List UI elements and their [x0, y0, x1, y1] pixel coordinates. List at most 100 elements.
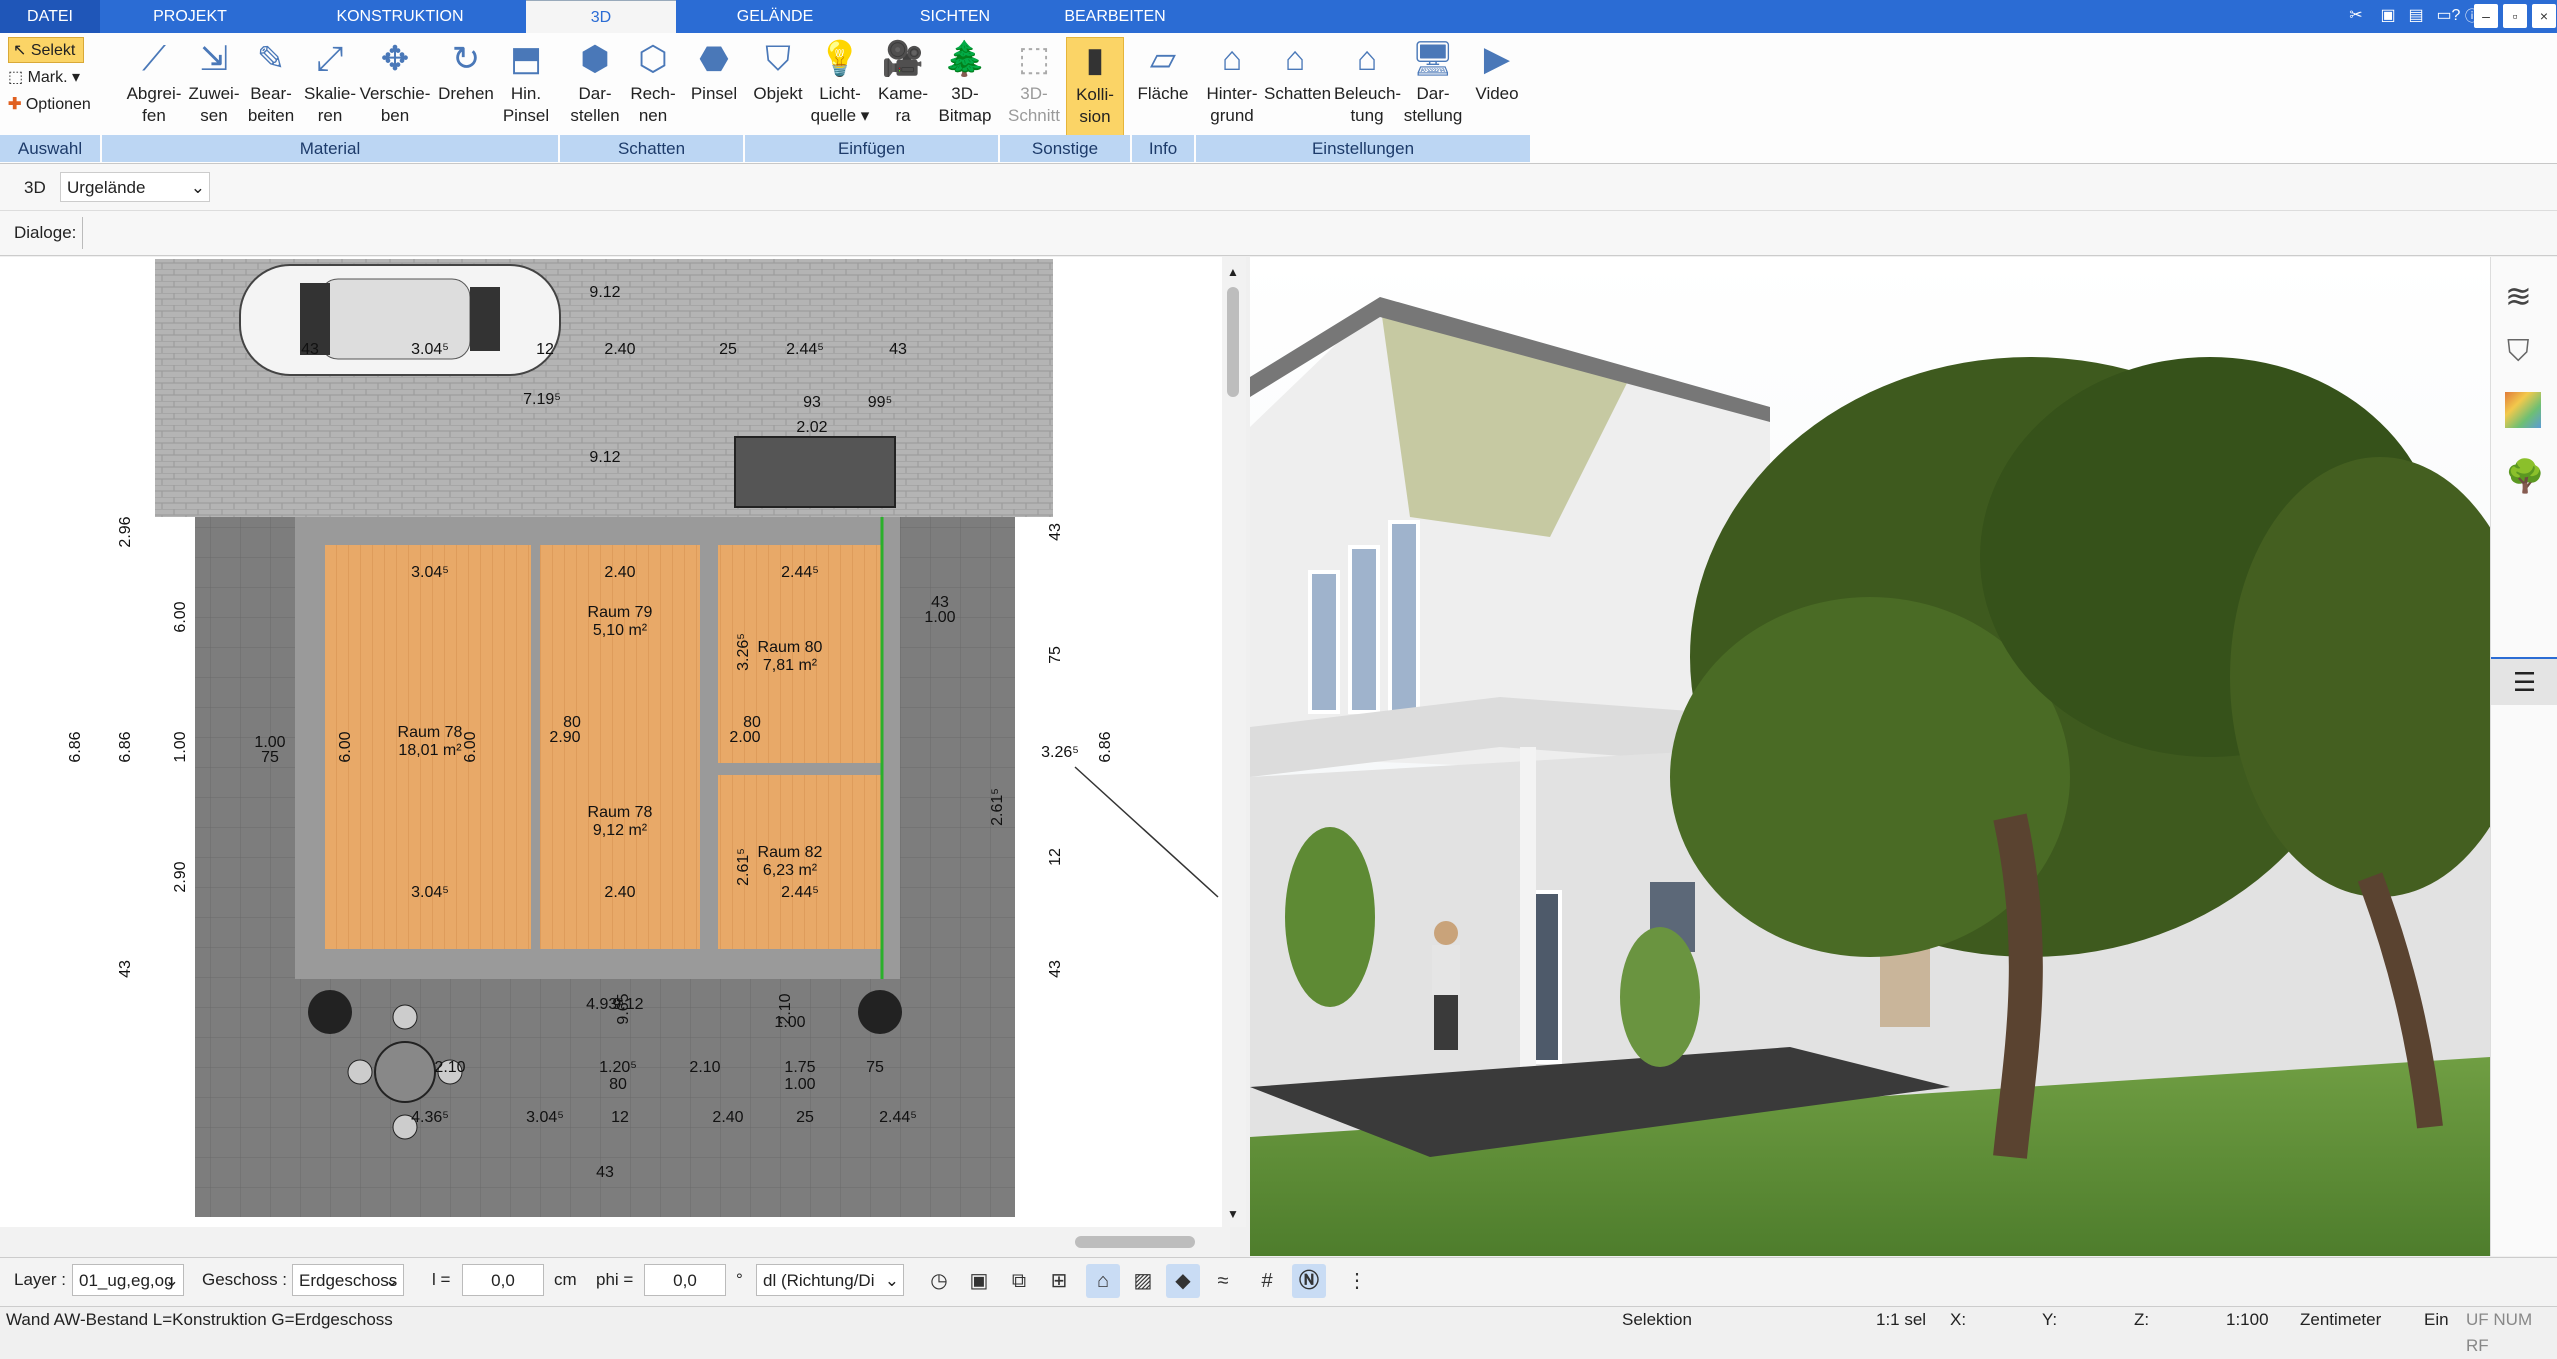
grid-icon[interactable]: #: [1250, 1264, 1284, 1298]
terrain-icon[interactable]: ≈: [1206, 1264, 1240, 1298]
ribbon-button-9[interactable]: ⬣ Pinsel: [686, 37, 742, 137]
ribbon-button-19[interactable]: ⌂ Beleuch-tung: [1334, 37, 1401, 137]
plant-object[interactable]: [308, 990, 352, 1034]
dimension-label: 6.00: [337, 731, 354, 762]
ribbon-button-2[interactable]: ✎ Bear-beiten: [243, 37, 299, 137]
dimension-label: 2.44⁵: [781, 564, 819, 581]
floor-plan-view[interactable]: 9.12 3.04⁵ 2.40 25 2.44⁵ 43 93 99⁵ 7.19⁵ 2.02 9.12…: [0, 257, 1232, 1227]
group-auswahl: Auswahl: [0, 135, 100, 162]
stair-object[interactable]: [734, 436, 896, 508]
ribbon-button-17[interactable]: ⌂ Hinter-grund: [1200, 37, 1264, 137]
ribbon-button-10[interactable]: ⛉ Objekt: [750, 37, 806, 137]
ribbon-button-label: Hinter-: [1206, 84, 1258, 103]
small-tree: [1620, 927, 1700, 1067]
floor-view-icon[interactable]: ◆: [1166, 1264, 1200, 1298]
terrain-select[interactable]: Urgelände ⌄: [60, 172, 210, 202]
tab-gelaende[interactable]: GELÄNDE: [700, 0, 850, 33]
layers-toggle-icon[interactable]: ⧉: [1002, 1264, 1036, 1298]
ribbon-button-12[interactable]: 🎥 Kame-ra: [875, 37, 931, 137]
tab-bearbeiten[interactable]: BEARBEITEN: [1040, 0, 1190, 33]
maximize-button[interactable]: ▫: [2503, 4, 2527, 28]
ribbon-button-15[interactable]: ▮ Kolli-sion: [1066, 37, 1124, 139]
minimize-button[interactable]: –: [2474, 4, 2498, 28]
materials-icon[interactable]: [2505, 392, 2541, 428]
paint-icon: ⬣: [699, 40, 729, 78]
leader-line: [1074, 766, 1219, 898]
mark-button[interactable]: ⬚ Mark. ▾: [8, 65, 80, 91]
wall-hatch-icon[interactable]: ▨: [1126, 1264, 1160, 1298]
tab-projekt[interactable]: PROJEKT: [120, 0, 260, 33]
ribbon-button-label: Video: [1475, 84, 1519, 103]
tab-3d[interactable]: 3D: [526, 0, 676, 34]
scroll-thumb[interactable]: [1227, 287, 1239, 397]
ribbon-button-1[interactable]: ⇲ Zuwei-sen: [186, 37, 242, 137]
tree-trunk: [1993, 813, 2043, 1159]
ribbon-button-3[interactable]: ⤢ Skalie-ren: [300, 37, 360, 137]
north-icon[interactable]: Ⓝ: [1292, 1264, 1326, 1298]
close-button[interactable]: ×: [2532, 4, 2556, 28]
roof-view-icon[interactable]: ⌂: [1086, 1264, 1120, 1298]
ribbon-button-20[interactable]: 🖥 Dar-stellung: [1400, 37, 1466, 137]
ribbon-button-16[interactable]: ▱ Fläche: [1136, 37, 1190, 137]
ribbon-button-7[interactable]: ⬢ Dar-stellen: [565, 37, 625, 137]
tree-icon[interactable]: 🌳: [2505, 457, 2545, 495]
shadow-icon: ⌂: [1284, 40, 1306, 78]
status-bar: Wand AW-Bestand L=Konstruktion G=Erdgesc…: [0, 1306, 2557, 1355]
move-icon: ✥: [380, 40, 410, 78]
ribbon-button-11[interactable]: 💡 Licht-quelle ▾: [810, 37, 870, 137]
chair-icon[interactable]: ⛉: [2507, 335, 2530, 369]
phi-input[interactable]: 0,0: [644, 1264, 726, 1296]
group-schatten: Schatten: [560, 135, 743, 162]
options-button[interactable]: ✚ Optionen: [8, 92, 91, 118]
ribbon-button-6[interactable]: ⬒ Hin. Pinsel: [500, 37, 552, 137]
tab-sichten[interactable]: SICHTEN: [880, 0, 1030, 33]
plant-object[interactable]: [858, 990, 902, 1034]
ribbon-button-8[interactable]: ⬡ Rech-nen: [625, 37, 681, 137]
status-y: Y:: [2042, 1310, 2058, 1329]
scroll-down-icon[interactable]: ▼: [1226, 1207, 1240, 1221]
restore-icon[interactable]: ▣: [2377, 5, 2399, 27]
floor-plan-canvas[interactable]: 9.12 3.04⁵ 2.40 25 2.44⁵ 43 93 99⁵ 7.19⁵ 2.02 9.12…: [0, 257, 1230, 1227]
scroll-thumb[interactable]: [1075, 1236, 1195, 1248]
geschoss-select[interactable]: Erdgeschoss ⌄: [292, 1264, 404, 1296]
ribbon-button-13[interactable]: 🌲 3D- Bitmap: [935, 37, 995, 137]
layer-select[interactable]: 01_ug,eg,og ⌄: [72, 1264, 184, 1296]
3d-view[interactable]: [1250, 257, 2490, 1256]
ribbon-button-0[interactable]: ⟋ Abgrei-fen: [126, 37, 182, 137]
ribbon-button-18[interactable]: ⌂ Schatten: [1264, 37, 1331, 137]
ribbon-button-14[interactable]: ⬚ 3D- Schnitt: [1006, 37, 1062, 137]
ribbon-button-label: Dar-: [1416, 84, 1450, 103]
scroll-up-icon[interactable]: ▲: [1226, 265, 1240, 279]
tools-icon[interactable]: ✂: [2345, 5, 2367, 27]
ribbon-button-4[interactable]: ✥ Verschie-ben: [358, 37, 432, 137]
layers-icon[interactable]: ≋: [2505, 277, 2532, 315]
background-icon: ⌂: [1221, 40, 1243, 78]
dimension-label: 2.44⁵: [879, 1109, 917, 1126]
ribbon-button-5[interactable]: ↻ Drehen: [436, 37, 496, 137]
plan-horizontal-scrollbar[interactable]: [0, 1227, 1230, 1257]
dimension-label: 3.26⁵: [735, 633, 752, 671]
dimension-label: 2.44⁵: [781, 884, 819, 901]
save-icon[interactable]: ▤: [2405, 5, 2427, 27]
length-unit: cm: [554, 1270, 577, 1289]
dimension-label: 2.96: [117, 516, 134, 547]
monitor-icon[interactable]: ▣: [962, 1264, 996, 1298]
plan-vertical-scrollbar[interactable]: ▲ ▼: [1222, 257, 1246, 1227]
tab-konstruktion[interactable]: KONSTRUKTION: [300, 0, 500, 33]
3d-render[interactable]: [1250, 257, 2490, 1256]
select-button[interactable]: ↖ Selekt: [8, 37, 84, 63]
stack-icon[interactable]: ⊞: [1042, 1264, 1076, 1298]
dimension-label: 43: [1047, 960, 1064, 978]
dimension-label: 2.10: [434, 1059, 465, 1076]
car-object[interactable]: [239, 264, 561, 376]
ribbon-button-label: 3D-: [1020, 84, 1048, 103]
more-icon[interactable]: ⋮: [1340, 1264, 1374, 1298]
clock-icon[interactable]: ◷: [922, 1264, 956, 1298]
direction-select[interactable]: dl (Richtung/Di ⌄: [756, 1264, 904, 1296]
group-material: Material: [102, 135, 558, 162]
length-input[interactable]: 0,0: [462, 1264, 544, 1296]
tab-datei[interactable]: DATEI: [0, 0, 100, 33]
dimension-label: 7.19⁵: [523, 391, 561, 408]
ribbon-button-21[interactable]: ▶ Video: [1470, 37, 1524, 137]
menu-icon[interactable]: ☰: [2491, 657, 2557, 705]
